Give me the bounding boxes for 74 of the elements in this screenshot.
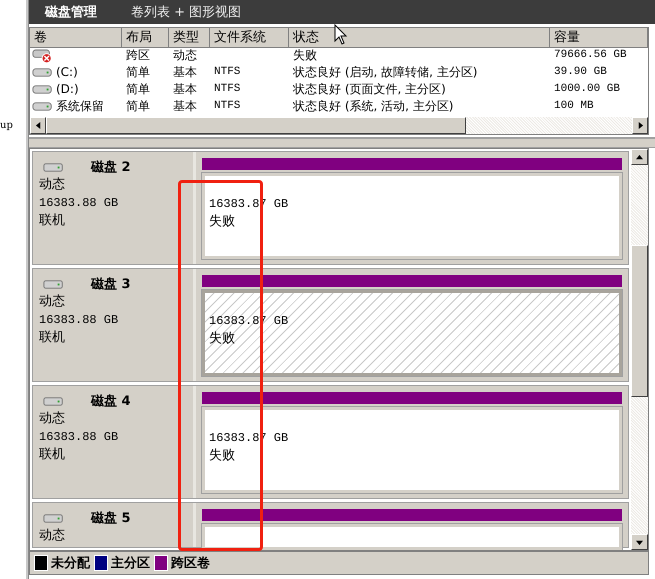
disk-size: 16383.88 GB [39,429,120,446]
volume-status: 失败 [209,447,236,464]
drive-icon [43,396,65,406]
disk-name: 磁盘 5 [91,510,131,527]
drive-icon [43,278,65,290]
up-arrow-icon [636,154,643,160]
legend-label: 主分区 [111,554,150,572]
vertical-scrollbar[interactable] [631,149,648,550]
volume-status: 失败 [209,330,236,347]
drive-icon [43,512,65,524]
table-cell-text: 状态良好 (页面文件, 主分区) [292,81,447,98]
down-arrow-icon [636,538,643,546]
table-cell-text: NTFS [214,65,240,80]
disk-type: 动态 [39,293,66,311]
table-cell-text: 基本 [172,81,198,98]
table-cell-text: 状态良好 (系统, 活动, 主分区) [292,98,454,115]
truncated-label: up [0,120,13,131]
column-header[interactable]: 类型 [169,28,210,48]
table-cell-text: 简单 [125,64,151,81]
view-mode-label: 卷列表 + 图形视图 [131,4,242,21]
disk-name: 磁盘 3 [91,276,131,293]
volume-row[interactable]: (D:) 简单 基本 NTFS 状态良好 (页面文件, 主分区) 1000.00 GB [30,81,648,98]
volume-status: 失败 [209,213,236,230]
column-header[interactable]: 卷 [30,28,122,48]
legend-label: 跨区卷 [171,555,210,572]
left-arrow-icon [34,122,42,129]
scroll-right-button[interactable] [632,117,648,134]
column-header[interactable]: 容量 [550,28,648,48]
table-cell-text: 简单 [125,81,151,98]
table-cell-text: 状态良好 (启动, 故障转储, 主分区) [292,64,478,81]
disk-name: 磁盘 4 [91,393,131,410]
disk-size: 16383.88 GB [39,312,120,329]
disk-info-panel[interactable]: 磁盘 4 动态 16383.88 GB 联机 [33,386,196,498]
volume-row[interactable]: (C:) 简单 基本 NTFS 状态良好 (启动, 故障转储, 主分区) 39.90 GB [30,64,648,81]
disk-info-panel[interactable]: 磁盘 3 动态 16383.88 GB 联机 [33,269,196,381]
table-cell-text: 简单 [125,98,151,115]
scroll-left-button[interactable] [30,117,46,134]
horizontal-scrollbar[interactable] [30,117,648,134]
disk-size: 16383.88 GB [39,195,120,212]
disk-name: 磁盘 2 [91,159,131,176]
column-header[interactable]: 文件系统 [210,28,289,48]
scrollbar-thumb[interactable] [46,117,466,134]
volume-row[interactable]: 跨区 动态 失败 79666.56 GB [30,47,648,64]
column-header[interactable]: 布局 [122,28,169,48]
drive-icon [43,162,65,172]
failed-drive-icon [32,48,54,63]
table-cell: 系统保留 [56,98,104,115]
disk-type: 动态 [39,410,66,428]
table-cell-text: 动态 [172,47,198,64]
disk-status: 联机 [39,212,66,230]
table-cell-text: NTFS [214,99,240,114]
disk-info-panel[interactable]: 磁盘 2 动态 16383.88 GB 联机 [33,152,196,264]
table-cell-text: 基本 [172,64,198,81]
table-cell-text: 失败 [292,47,318,64]
scroll-up-button[interactable] [631,149,648,165]
table-cell-text: 79666.56 GB [553,48,628,63]
table-cell: (C:) [56,64,78,81]
disk-status: 联机 [39,329,66,347]
scroll-down-button[interactable] [631,534,648,550]
volume-row[interactable]: 系统保留 简单 基本 NTFS 状态良好 (系统, 活动, 主分区) 100 MB [30,98,648,115]
table-cell-text: 基本 [172,98,198,115]
disk-status: 联机 [39,446,66,464]
disk-type: 动态 [39,176,66,194]
table-cell-text: 100 MB [553,99,595,114]
table-cell-text: NTFS [214,82,240,97]
table-cell-text: 39.90 GB [553,65,608,80]
scrollbar-thumb[interactable] [631,245,648,397]
table-cell-text: 1000.00 GB [553,82,622,97]
panel-title: 磁盘管理 [45,4,97,21]
legend-label: 未分配 [51,555,90,572]
table-cell-text: 跨区 [125,47,151,64]
right-arrow-icon [636,122,644,129]
disk-type: 动态 [39,527,66,545]
table-cell: (D:) [56,81,79,98]
